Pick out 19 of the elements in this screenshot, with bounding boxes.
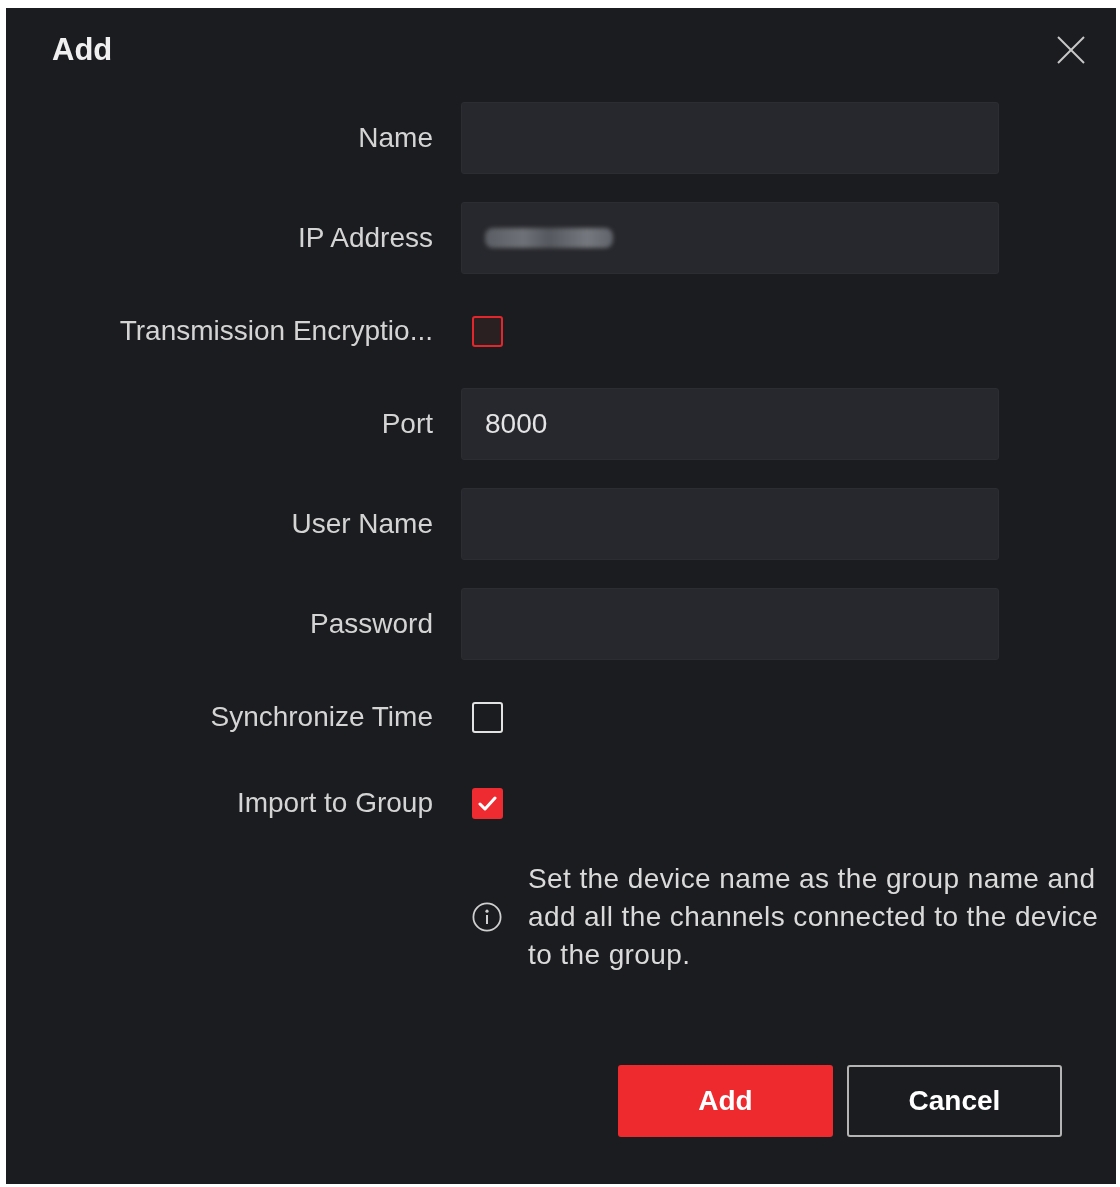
cancel-button[interactable]: Cancel: [847, 1065, 1062, 1137]
input-field[interactable]: [461, 202, 999, 274]
field-label: Name: [358, 121, 433, 155]
checkmark-icon: [478, 795, 497, 811]
field-label: IP Address: [298, 221, 433, 255]
field-label: Port: [381, 407, 433, 441]
add-button[interactable]: Add: [618, 1065, 833, 1137]
field-label: Password: [310, 607, 433, 641]
field-label: User Name: [291, 507, 433, 541]
close-icon[interactable]: [1057, 36, 1085, 64]
input-field[interactable]: 8000: [461, 388, 999, 460]
info-text: Set the device name as the group name and add all the channels connected to the device to the group.: [528, 862, 1100, 972]
field-label: Transmission Encryptio...: [119, 314, 433, 348]
checkbox[interactable]: [472, 787, 503, 819]
dialog-title: Add: [52, 34, 113, 66]
field-label: Synchronize Time: [210, 700, 433, 734]
checkbox[interactable]: [472, 315, 503, 347]
field-label: Import to Group: [236, 786, 433, 820]
info-icon: [472, 902, 502, 932]
